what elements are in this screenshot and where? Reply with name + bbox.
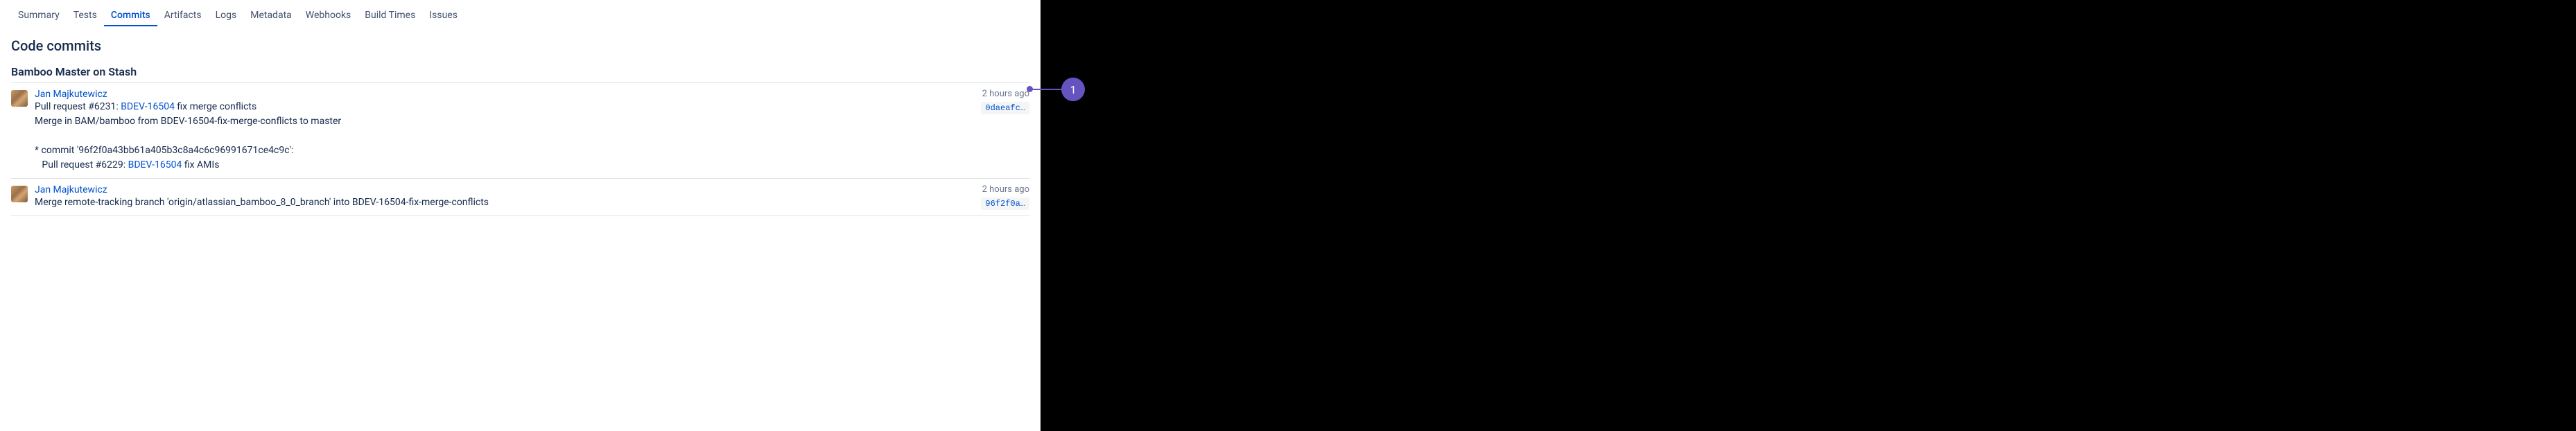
author-link[interactable]: Jan Majkutewicz [35, 89, 107, 100]
commit-message-text: * commit '96f2f0a43bb61a405b3c8a4c6c9699… [35, 145, 293, 156]
issue-link[interactable]: BDEV-16504 [121, 101, 175, 112]
tab-commits[interactable]: Commits [104, 6, 157, 26]
commit-row: Jan Majkutewicz Merge remote-tracking br… [11, 179, 1029, 216]
commit-message-text: Pull request #6229: [35, 159, 128, 170]
commit-message-text: fix merge conflicts [175, 101, 256, 112]
avatar [11, 186, 28, 202]
tab-metadata[interactable]: Metadata [243, 6, 299, 26]
commit-message: Merge remote-tracking branch 'origin/atl… [35, 195, 974, 210]
commit-message-text: Merge in BAM/bamboo from BDEV-16504-fix-… [35, 116, 341, 127]
tab-webhooks[interactable]: Webhooks [299, 6, 358, 26]
tab-logs[interactable]: Logs [209, 6, 244, 26]
tab-tests[interactable]: Tests [67, 6, 104, 26]
commit-body: Jan Majkutewicz Pull request #6231: BDEV… [35, 89, 974, 173]
commit-message-text: fix AMIs [182, 159, 219, 170]
commit-message: Pull request #6231: BDEV-16504 fix merge… [35, 100, 974, 173]
author-link[interactable]: Jan Majkutewicz [35, 184, 107, 195]
page-title: Code commits [11, 37, 1029, 54]
annotation-badge: 1 [1061, 78, 1085, 101]
commit-meta: 2 hours ago 96f2f0a… [981, 184, 1029, 210]
commit-timestamp: 2 hours ago [982, 89, 1029, 99]
tab-issues[interactable]: Issues [422, 6, 464, 26]
tab-build-times[interactable]: Build Times [358, 6, 422, 26]
commit-body: Jan Majkutewicz Merge remote-tracking br… [35, 184, 974, 210]
black-background: 1 [1041, 0, 2576, 431]
avatar [11, 90, 28, 107]
commit-timestamp: 2 hours ago [982, 184, 1029, 195]
tab-summary[interactable]: Summary [11, 6, 67, 26]
commit-row: Jan Majkutewicz Pull request #6231: BDEV… [11, 83, 1029, 179]
tabs-bar: Summary Tests Commits Artifacts Logs Met… [11, 0, 1029, 26]
commit-meta: 2 hours ago 0daeafc… [981, 89, 1029, 173]
annotation-connector [1029, 89, 1063, 90]
tab-artifacts[interactable]: Artifacts [157, 6, 209, 26]
repository-section-header: Bamboo Master on Stash [11, 65, 1029, 83]
commit-hash-link[interactable]: 0daeafc… [981, 102, 1029, 114]
issue-link[interactable]: BDEV-16504 [128, 159, 182, 170]
commit-message-text: Pull request #6231: [35, 101, 121, 112]
commit-hash-link[interactable]: 96f2f0a… [981, 197, 1029, 210]
commit-message-text: Merge remote-tracking branch 'origin/atl… [35, 197, 489, 208]
